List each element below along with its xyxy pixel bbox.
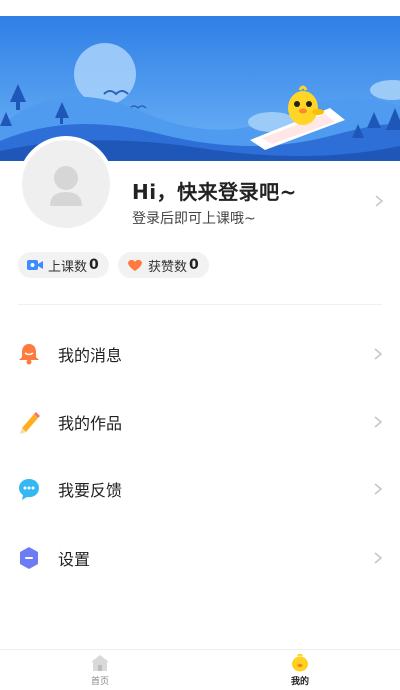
login-greeting[interactable]: Hi，快来登录吧~ (132, 176, 297, 205)
heart-icon (128, 259, 142, 271)
menu-item-works[interactable]: 我的作品 (0, 398, 400, 446)
menu-item-messages[interactable]: 我的消息 (0, 330, 400, 378)
default-avatar-icon (50, 166, 82, 206)
chick-icon (292, 654, 308, 672)
menu-label-settings: 设置 (58, 550, 91, 569)
avatar[interactable] (18, 136, 114, 232)
menu-label-messages: 我的消息 (58, 346, 123, 365)
settings-hexagon-icon (20, 547, 38, 569)
chevron-right-icon (374, 416, 383, 428)
lesson-count-badge[interactable]: 上课数 0 (18, 252, 109, 278)
chevron-right-icon (374, 552, 383, 564)
bottom-tab-bar: 首页 我的 (0, 649, 400, 690)
pencil-icon (20, 412, 40, 434)
tab-home[interactable]: 首页 (0, 650, 200, 690)
chevron-right-icon (374, 348, 383, 360)
status-bar (0, 0, 400, 16)
menu-item-feedback[interactable]: 我要反馈 (0, 465, 400, 513)
chevron-right-icon[interactable] (373, 194, 385, 208)
like-count-value: 0 (189, 257, 199, 273)
bell-icon (19, 344, 39, 365)
divider (18, 304, 382, 305)
lesson-count-label: 上课数 (48, 259, 88, 275)
video-camera-icon (27, 260, 43, 270)
chevron-right-icon (374, 483, 383, 495)
menu-label-works: 我的作品 (58, 414, 123, 433)
like-count-label: 获赞数 (148, 259, 188, 275)
menu-item-settings[interactable]: 设置 (0, 534, 400, 582)
login-subtext: 登录后即可上课哦~ (132, 211, 256, 227)
lesson-count-value: 0 (89, 257, 99, 273)
moon-icon (74, 43, 136, 105)
menu-label-feedback: 我要反馈 (58, 481, 123, 500)
chat-bubble-icon (19, 479, 39, 500)
tab-label-mine: 我的 (290, 677, 309, 687)
like-count-badge[interactable]: 获赞数 0 (118, 252, 209, 278)
tab-mine[interactable]: 我的 (200, 650, 400, 690)
home-icon (91, 655, 109, 671)
tab-label-home: 首页 (90, 677, 109, 687)
